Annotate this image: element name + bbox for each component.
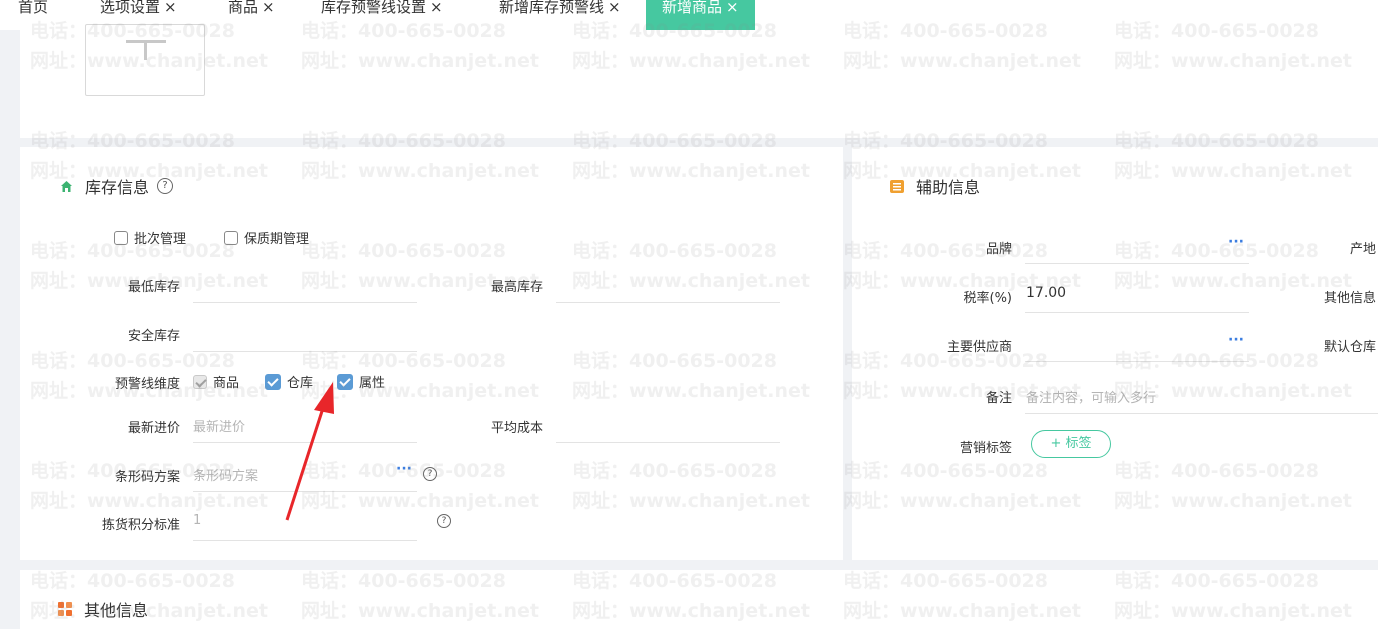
default-warehouse-label: 默认仓库	[1323, 340, 1376, 355]
latest-price-label: 最新进价	[127, 421, 180, 436]
max-stock-input[interactable]	[556, 302, 780, 303]
inventory-panel	[20, 147, 843, 560]
batch-management-checkbox[interactable]: 批次管理	[114, 228, 186, 247]
close-icon[interactable]: ×	[164, 0, 177, 16]
tax-rate-label: 税率(%)	[963, 291, 1013, 306]
max-stock-label: 最高库存	[490, 280, 543, 295]
safety-stock-label: 安全库存	[127, 329, 180, 344]
warning-dim-attribute-checkbox[interactable]: 属性	[337, 372, 385, 391]
main-supplier-label: 主要供应商	[946, 340, 1012, 355]
inventory-section-title: 库存信息 ?	[60, 174, 174, 198]
picking-points-label: 拣货积分标准	[101, 518, 180, 533]
brand-label: 品牌	[985, 242, 1012, 257]
barcode-help-icon[interactable]: ?	[423, 467, 437, 481]
average-cost-input[interactable]	[556, 442, 780, 443]
tab-stock-warning-settings[interactable]: 库存预警线设置 ×	[321, 0, 443, 30]
brand-input[interactable]	[1025, 263, 1249, 264]
image-panel	[20, 24, 1378, 138]
other-panel	[20, 570, 1378, 629]
close-icon[interactable]: ×	[726, 0, 739, 16]
warning-dim-warehouse-checkbox[interactable]: 仓库	[265, 372, 313, 391]
tab-products[interactable]: 商品 ×	[228, 0, 275, 30]
shelf-life-checkbox[interactable]: 保质期管理	[224, 228, 309, 247]
picking-points-input[interactable]: 1	[193, 513, 201, 528]
help-question-icon[interactable]: ?	[157, 178, 174, 194]
average-cost-label: 平均成本	[490, 421, 543, 436]
house-icon	[61, 180, 72, 192]
left-gutter	[0, 30, 20, 629]
image-upload-box[interactable]	[85, 24, 205, 96]
warning-dim-product-checkbox[interactable]: 商品	[193, 372, 239, 391]
add-tag-button[interactable]: + 标签	[1031, 430, 1111, 458]
close-icon[interactable]: ×	[608, 0, 621, 16]
other-section-title: 其他信息	[58, 597, 148, 621]
tab-new-stock-warning[interactable]: 新增库存预警线 ×	[499, 0, 621, 30]
min-stock-input[interactable]	[193, 302, 417, 303]
tax-rate-input[interactable]: 17.00	[1026, 285, 1066, 301]
tab-bar: 首页 选项设置 × 商品 × 库存预警线设置 × 新增库存预警线 × 新增商品 ×	[0, 0, 1378, 30]
supplier-more-icon[interactable]: ···	[1228, 332, 1244, 348]
list-icon	[890, 179, 904, 193]
picking-help-icon[interactable]: ?	[437, 514, 451, 528]
marketing-tag-label: 营销标签	[959, 441, 1012, 456]
grid-icon	[58, 602, 72, 616]
remark-label: 备注	[985, 391, 1012, 406]
close-icon[interactable]: ×	[262, 0, 275, 16]
latest-price-input[interactable]: 最新进价	[193, 416, 245, 435]
min-stock-label: 最低库存	[127, 280, 180, 295]
barcode-more-icon[interactable]: ···	[396, 461, 412, 477]
remark-textarea[interactable]: 备注内容，可输入多行	[1026, 387, 1156, 406]
tab-new-product[interactable]: 新增商品 ×	[646, 0, 755, 30]
close-icon[interactable]: ×	[430, 0, 443, 16]
tab-home[interactable]: 首页	[18, 0, 48, 30]
safety-stock-input[interactable]	[193, 351, 417, 352]
barcode-scheme-input[interactable]: 条形码方案	[193, 465, 258, 484]
origin-label: 产地	[1349, 242, 1376, 257]
barcode-scheme-label: 条形码方案	[114, 470, 180, 485]
other-info-label: 其他信息	[1323, 291, 1376, 306]
brand-more-icon[interactable]: ···	[1228, 234, 1244, 250]
main-supplier-input[interactable]	[1025, 361, 1249, 362]
auxiliary-section-title: 辅助信息	[890, 174, 980, 198]
warning-dimension-label: 预警线维度	[114, 377, 180, 392]
